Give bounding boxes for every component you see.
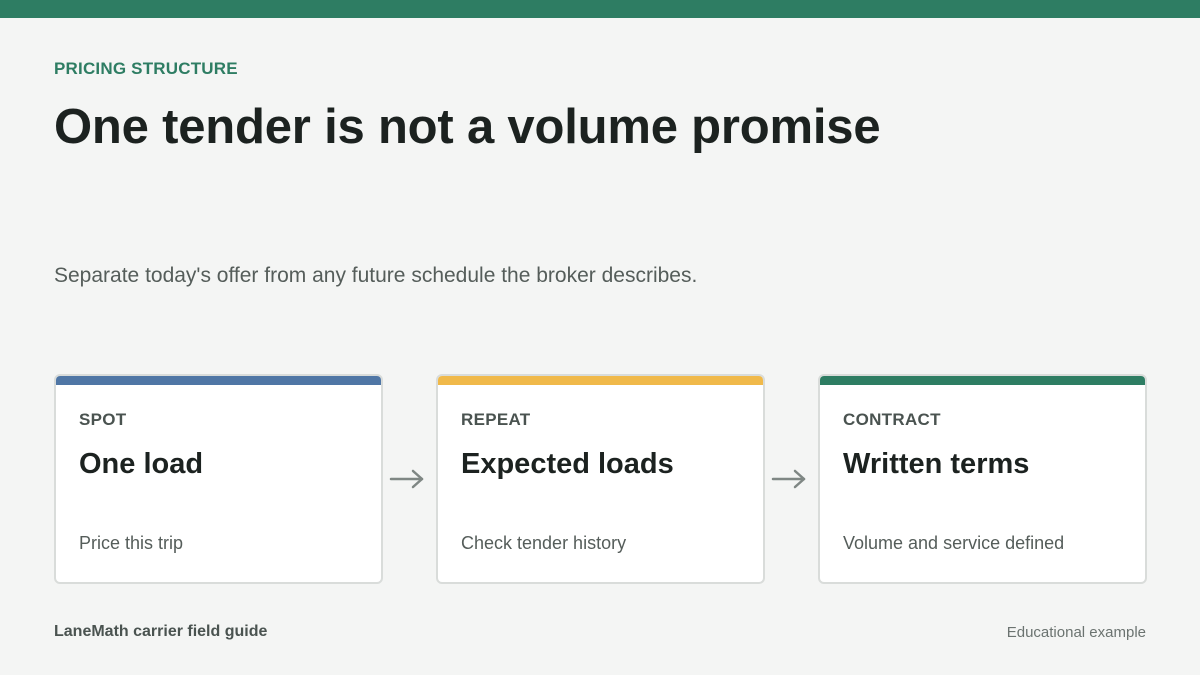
arrow-right-icon — [389, 469, 424, 489]
card-kicker: CONTRACT — [843, 410, 941, 429]
card-contract: CONTRACT Written terms Volume and servic… — [818, 374, 1147, 584]
card-repeat: REPEAT Expected loads Check tender histo… — [436, 374, 765, 584]
footer-disclaimer: Educational example — [1006, 624, 1146, 641]
card-kicker: SPOT — [79, 410, 127, 429]
card-note: Volume and service defined — [843, 533, 1065, 553]
arrow-right-icon — [771, 469, 806, 489]
card-spot: SPOT One load Price this trip — [54, 374, 383, 584]
card-note: Check tender history — [461, 533, 627, 553]
section-eyebrow: PRICING STRUCTURE — [54, 59, 238, 78]
card-kicker: REPEAT — [461, 410, 531, 429]
card-note: Price this trip — [79, 533, 184, 553]
card-heading: Expected loads — [461, 448, 674, 480]
card-heading: One load — [79, 448, 204, 480]
footer-brand: LaneMath carrier field guide — [54, 623, 268, 640]
card-accent-stripe — [56, 376, 381, 385]
page-subtitle: Separate today's offer from any future s… — [54, 264, 698, 287]
card-accent-stripe — [438, 376, 763, 385]
card-heading: Written terms — [843, 448, 1030, 480]
page-title: One tender is not a volume promise — [54, 100, 881, 154]
top-accent-bar — [0, 0, 1200, 18]
card-accent-stripe — [820, 376, 1145, 385]
